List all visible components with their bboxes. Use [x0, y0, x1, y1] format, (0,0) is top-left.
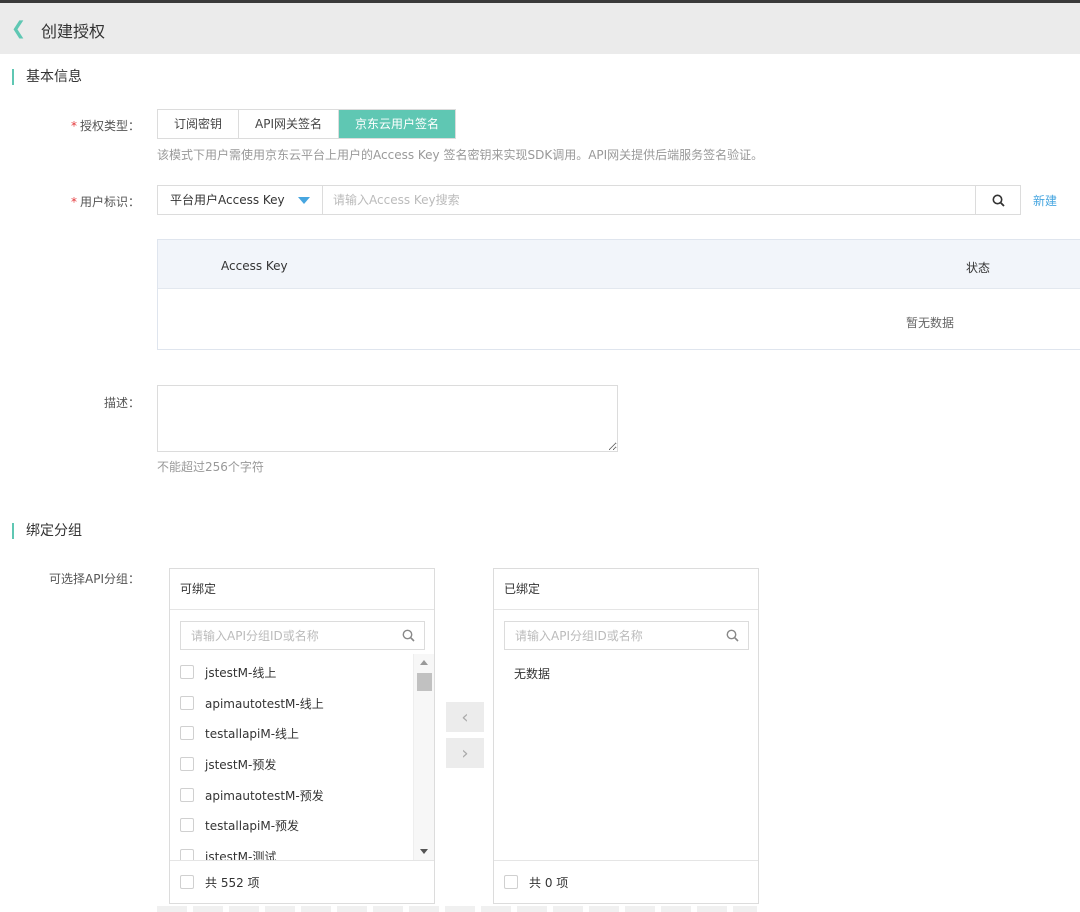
user-id-label: * 用户标识： — [70, 195, 140, 209]
available-count: 共 552 项 — [205, 875, 260, 890]
available-groups-list: jstestM-线上 apimautotestM-线上 testallapiM-… — [170, 654, 434, 860]
select-all-checkbox[interactable] — [504, 875, 518, 889]
bound-groups-panel: 已绑定 无数据 共 0 项 — [493, 568, 759, 904]
available-search-box — [180, 621, 425, 650]
auth-type-hint: 该模式下用户需使用京东云平台上用户的Access Key 签名密钥来实现SDK调… — [157, 148, 764, 162]
checkbox[interactable] — [180, 818, 194, 832]
scroll-thumb[interactable] — [417, 673, 432, 691]
top-bar: ❮ 创建授权 — [0, 0, 1080, 54]
checkbox[interactable] — [180, 757, 194, 771]
auth-type-segmented: 订阅密钥 API网关签名 京东云用户签名 — [157, 109, 457, 139]
user-id-row: 平台用户Access Key — [157, 185, 1021, 215]
move-right-button[interactable]: › — [446, 738, 484, 768]
auth-type-option-api-gateway-signature[interactable]: API网关签名 — [239, 110, 340, 138]
new-access-key-link[interactable]: 新建 — [1033, 192, 1057, 209]
page-title: 创建授权 — [41, 22, 106, 41]
available-search-input[interactable] — [181, 622, 391, 649]
search-icon — [992, 194, 1005, 207]
chevron-left-icon: ‹ — [461, 706, 469, 728]
access-key-search-input[interactable] — [323, 186, 975, 214]
select-all-checkbox[interactable] — [180, 875, 194, 889]
list-item[interactable]: apimautotestM-预发 — [180, 785, 324, 805]
back-icon[interactable]: ❮ — [11, 19, 27, 39]
api-group-label: 可选择API分组： — [49, 572, 140, 586]
user-id-type-select[interactable]: 平台用户Access Key — [158, 186, 323, 214]
bound-empty-text: 无数据 — [514, 667, 551, 681]
chevron-right-icon: › — [461, 742, 469, 764]
checkbox[interactable] — [180, 788, 194, 802]
list-item[interactable]: jstestM-测试 — [180, 846, 276, 860]
checkbox[interactable] — [180, 665, 194, 679]
description-textarea[interactable] — [157, 385, 618, 452]
search-button[interactable] — [975, 186, 1020, 214]
cut-off-hint-text — [157, 906, 757, 912]
checkbox[interactable] — [180, 696, 194, 710]
checkbox[interactable] — [180, 849, 194, 860]
bound-count: 共 0 项 — [529, 875, 569, 890]
auth-type-label: * 授权类型： — [70, 119, 140, 133]
section-title-bind-group: 绑定分组 — [12, 523, 82, 539]
user-id-type-value: 平台用户Access Key — [170, 193, 285, 207]
bound-search-input[interactable] — [505, 622, 715, 649]
description-label: 描述： — [103, 396, 140, 410]
list-item[interactable]: jstestM-线上 — [180, 662, 276, 682]
bound-panel-title: 已绑定 — [494, 569, 758, 610]
scroll-down-icon[interactable] — [420, 849, 428, 854]
list-item[interactable]: testallapiM-线上 — [180, 723, 299, 743]
section-title-basic: 基本信息 — [12, 69, 82, 85]
list-item[interactable]: testallapiM-预发 — [180, 815, 299, 835]
list-scrollbar[interactable] — [413, 654, 434, 860]
bound-search-box — [504, 621, 749, 650]
column-header-access-key: Access Key — [221, 259, 288, 273]
auth-type-option-subscription-key[interactable]: 订阅密钥 — [158, 110, 240, 138]
table-header: Access Key 状态 — [158, 240, 1080, 289]
bound-panel-footer: 共 0 项 — [494, 860, 758, 903]
available-groups-panel: 可绑定 jstestM-线上 apimautotestM-线上 testalla… — [169, 568, 435, 904]
auth-type-option-jdcloud-user-signature[interactable]: 京东云用户签名 — [339, 110, 456, 138]
available-panel-title: 可绑定 — [170, 569, 434, 610]
available-panel-footer: 共 552 项 — [170, 860, 434, 903]
search-icon[interactable] — [402, 629, 415, 642]
checkbox[interactable] — [180, 726, 194, 740]
dropdown-caret-icon — [298, 197, 310, 204]
list-item[interactable]: jstestM-预发 — [180, 754, 276, 774]
scroll-up-icon[interactable] — [420, 660, 428, 665]
search-icon[interactable] — [726, 629, 739, 642]
move-left-button[interactable]: ‹ — [446, 702, 484, 732]
list-item[interactable]: apimautotestM-线上 — [180, 693, 324, 713]
description-hint: 不能超过256个字符 — [157, 460, 264, 474]
table-empty-text: 暂无数据 — [906, 316, 955, 330]
column-header-status: 状态 — [966, 261, 991, 275]
access-key-table: Access Key 状态 暂无数据 — [157, 239, 1080, 350]
